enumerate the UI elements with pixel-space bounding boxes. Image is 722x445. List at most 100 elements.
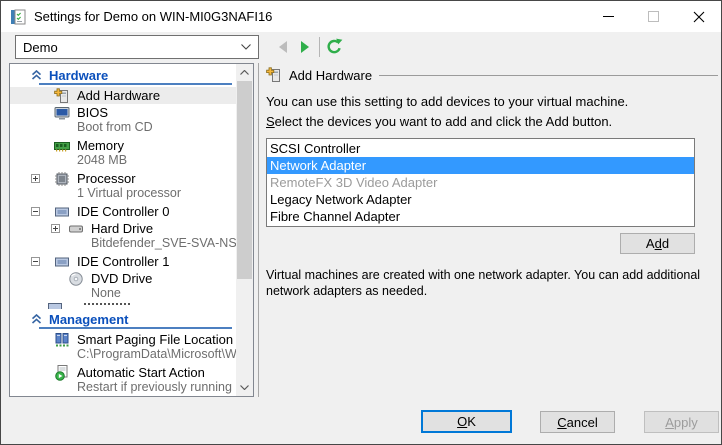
ok-button[interactable]: OK	[421, 410, 512, 433]
sidebar-item-sublabel: 1 Virtual processor	[77, 187, 181, 200]
processor-icon	[54, 171, 70, 187]
device-option-legacy-network-adapter[interactable]: Legacy Network Adapter	[267, 191, 694, 208]
hardware-tree-panel: Hardware Add Hardware BIOS Boot from CD …	[9, 63, 254, 397]
device-option-network-adapter[interactable]: Network Adapter	[267, 157, 694, 174]
sidebar-item-ide-controller-0[interactable]: IDE Controller 0	[10, 203, 236, 220]
header-rule	[379, 74, 718, 76]
section-label: Management	[49, 311, 129, 327]
window-controls	[586, 1, 721, 32]
collapse-double-chevron-icon	[31, 70, 42, 80]
add-hardware-icon	[54, 87, 70, 104]
expander-minus-icon[interactable]	[31, 257, 40, 266]
sidebar-item-smart-paging[interactable]: Smart Paging File Location	[10, 331, 236, 348]
expander-minus-icon[interactable]	[31, 207, 40, 216]
window-title: Settings for Demo on WIN-MI0G3NAFI16	[34, 9, 273, 24]
sidebar-item-label: Automatic Start Action	[77, 365, 205, 380]
minimize-button[interactable]	[586, 1, 631, 32]
hardware-tree: Hardware Add Hardware BIOS Boot from CD …	[10, 64, 236, 396]
sidebar-item-label: Memory	[77, 138, 124, 153]
forward-arrow-icon	[301, 41, 309, 53]
sidebar-item-dvd-drive[interactable]: DVD Drive	[10, 270, 236, 287]
add-hardware-icon	[266, 67, 282, 83]
vm-selector-value: Demo	[23, 39, 58, 55]
collapse-double-chevron-icon	[31, 314, 42, 324]
panel-description: You can use this setting to add devices …	[266, 94, 629, 109]
memory-icon	[54, 138, 70, 154]
title-bar: Settings for Demo on WIN-MI0G3NAFI16	[1, 1, 721, 32]
clipped-icon	[48, 303, 62, 309]
panel-instruction: Select the devices you want to add and c…	[266, 114, 613, 129]
expander-plus-icon[interactable]	[31, 174, 40, 183]
cancel-button[interactable]: Cancel	[540, 411, 615, 433]
settings-app-icon	[10, 9, 26, 25]
minimize-icon	[603, 16, 614, 17]
refresh-icon	[327, 38, 343, 54]
sidebar-item-sublabel: Boot from CD	[77, 121, 153, 134]
device-listbox: SCSI Controller Network Adapter RemoteFX…	[266, 138, 695, 227]
section-label: Hardware	[49, 67, 109, 83]
panel-divider	[258, 63, 259, 397]
settings-dialog: Settings for Demo on WIN-MI0G3NAFI16 Dem…	[0, 0, 722, 445]
chevron-down-icon	[241, 44, 251, 50]
section-header-hardware[interactable]: Hardware	[10, 67, 236, 83]
dvd-drive-icon	[68, 271, 84, 287]
sidebar-item-label: IDE Controller 0	[77, 204, 170, 219]
sidebar-item-automatic-start-action[interactable]: Automatic Start Action	[10, 364, 236, 381]
sidebar-item-label: Smart Paging File Location	[77, 332, 234, 347]
apply-button: Apply	[644, 411, 719, 433]
sidebar-item-label: Hard Drive	[91, 221, 154, 236]
smart-paging-icon	[54, 332, 70, 348]
scroll-up-icon	[240, 70, 249, 75]
add-button[interactable]: Add	[620, 233, 695, 254]
bios-icon	[54, 105, 70, 121]
add-hardware-panel: Add Hardware You can use this setting to…	[266, 63, 718, 300]
sidebar-item-memory[interactable]: Memory	[10, 137, 236, 154]
ide-controller-icon	[54, 204, 70, 220]
hard-drive-icon	[68, 221, 84, 237]
navigation-buttons	[272, 36, 345, 58]
sidebar-scrollbar	[236, 64, 253, 396]
expander-plus-icon[interactable]	[51, 224, 60, 233]
sidebar-item-bios[interactable]: BIOS	[10, 104, 236, 121]
device-option-scsi-controller[interactable]: SCSI Controller	[267, 140, 694, 157]
device-option-fibre-channel-adapter[interactable]: Fibre Channel Adapter	[267, 208, 694, 225]
sidebar-item-label: Processor	[77, 171, 136, 186]
sidebar-item-sublabel: Bitdefender_SVE-SVA-NSV...	[91, 237, 236, 250]
panel-header: Add Hardware	[266, 67, 718, 83]
close-button[interactable]	[676, 1, 721, 32]
ide-controller-icon	[54, 254, 70, 270]
sidebar-item-label: DVD Drive	[91, 271, 153, 286]
toolbar: Demo	[1, 32, 721, 62]
refresh-button[interactable]	[323, 36, 345, 58]
back-arrow-icon	[279, 41, 287, 53]
scroll-down-icon	[240, 385, 249, 390]
toolbar-separator	[319, 37, 320, 57]
sidebar-item-hard-drive[interactable]: Hard Drive	[10, 220, 236, 237]
panel-note: Virtual machines are created with one ne…	[266, 268, 701, 299]
sidebar-item-label: BIOS	[77, 105, 109, 120]
sidebar-item-processor[interactable]: Processor	[10, 170, 236, 187]
maximize-icon	[648, 11, 659, 22]
section-underline	[39, 83, 232, 85]
navigate-forward-button[interactable]	[294, 36, 316, 58]
scrollbar-down-button[interactable]	[236, 379, 253, 396]
sidebar-item-sublabel: Restart if previously running	[77, 381, 232, 394]
sidebar-item-add-hardware[interactable]: Add Hardware	[10, 87, 236, 104]
vm-selector-dropdown[interactable]: Demo	[15, 35, 259, 59]
scrollbar-up-button[interactable]	[236, 64, 253, 81]
clipped-item-sliver	[10, 303, 236, 309]
sidebar-item-label: IDE Controller 1	[77, 254, 170, 269]
sidebar-item-sublabel: 2048 MB	[77, 154, 128, 167]
section-header-management[interactable]: Management	[10, 311, 236, 327]
auto-start-icon	[54, 364, 70, 381]
device-option-remotefx-3d-video-adapter: RemoteFX 3D Video Adapter	[270, 175, 438, 190]
sidebar-item-sublabel: None	[91, 287, 121, 300]
panel-title: Add Hardware	[289, 67, 373, 83]
clipped-text	[84, 303, 130, 309]
scrollbar-thumb[interactable]	[237, 81, 252, 279]
navigate-back-button	[272, 36, 294, 58]
sidebar-item-sublabel: C:\ProgramData\Microsoft\Win...	[77, 348, 236, 361]
sidebar-item-ide-controller-1[interactable]: IDE Controller 1	[10, 253, 236, 270]
maximize-button	[631, 1, 676, 32]
close-icon	[693, 11, 704, 22]
